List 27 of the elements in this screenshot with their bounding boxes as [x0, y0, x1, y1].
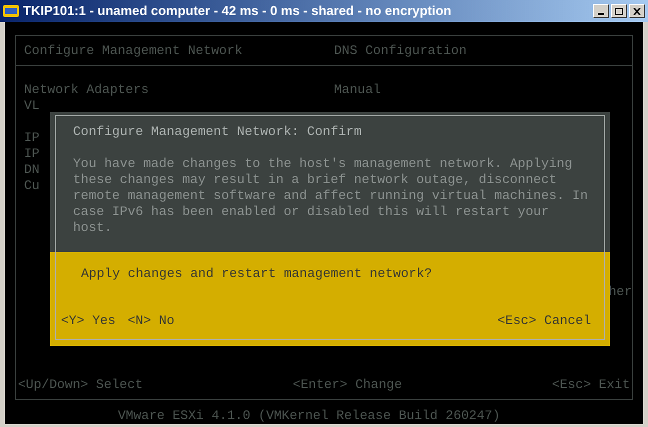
dialog-title: Configure Management Network: Confirm: [73, 124, 363, 140]
setting-value: her: [608, 284, 632, 300]
setting-label: IP: [24, 146, 40, 161]
setting-label: VL: [24, 98, 40, 113]
key-hint: <Up/Down> Select: [18, 377, 143, 393]
maximize-icon: [615, 8, 623, 14]
minimize-button[interactable]: [593, 4, 609, 18]
setting-value: Manual: [334, 82, 381, 98]
option-button[interactable]: <N> No: [128, 313, 174, 329]
section-title: DNS Configuration: [334, 43, 467, 59]
kvm-logo-icon: [3, 3, 19, 19]
confirm-question: Apply changes and restart management network?: [81, 266, 434, 282]
close-icon: [633, 8, 641, 14]
setting-label: IP: [24, 130, 40, 145]
window-title: TKIP101:1 - unamed computer - 42 ms - 0 ms - shared - no encryption: [23, 2, 452, 20]
section-title: Configure Management Network: [24, 43, 244, 59]
key-hint: <Esc> Exit: [552, 377, 630, 393]
setting-label: Network Adapters: [24, 82, 149, 97]
maximize-button[interactable]: [611, 4, 627, 18]
option-button[interactable]: <Y> Yes: [61, 313, 116, 329]
close-button[interactable]: [629, 4, 645, 18]
key-hint: <Enter> Change: [292, 377, 402, 393]
cancel-button[interactable]: <Esc> Cancel: [497, 313, 591, 329]
setting-label: Cu: [24, 178, 40, 193]
setting-label: DN: [24, 162, 40, 177]
version-text: VMware ESXi 4.1.0 (VMKernel Release Build 260247): [118, 408, 500, 424]
dialog-message: You have made changes to the host's management network. Applying these changes may result in a brief network outage, disconnect remote management software and affect running virtual machines. In case IPv6 has been enabled or disabled this will restart your host.: [73, 156, 589, 236]
